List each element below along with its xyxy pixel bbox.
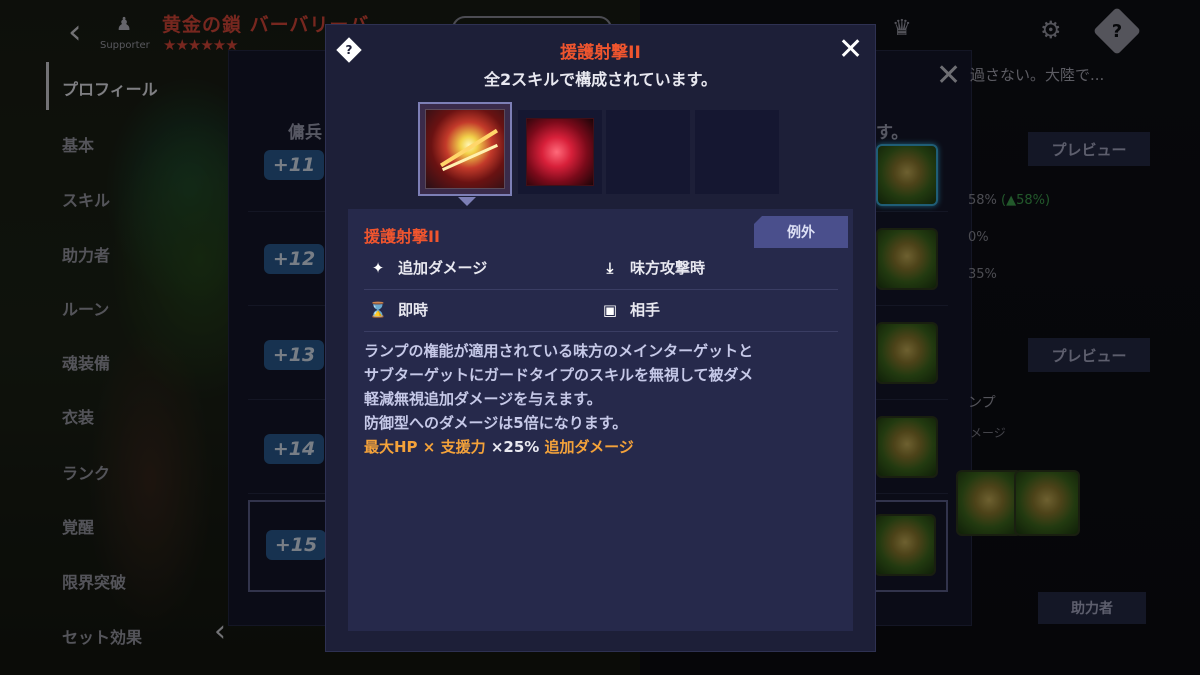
attribute-label: 即時 — [398, 301, 429, 319]
skill-description: ランプの権能が適用されている味方のメインターゲットと サブターゲットにガードタイ… — [364, 339, 844, 459]
skill-slot-selected[interactable] — [418, 102, 512, 196]
attribute: ⤓ 味方攻撃時 — [600, 257, 705, 278]
attribute-row: ⌛ 即時 ▣ 相手 — [364, 291, 838, 332]
skill-slot-empty — [606, 110, 690, 194]
attribute-label: 味方攻撃時 — [630, 259, 706, 277]
attribute-label: 相手 — [630, 301, 661, 319]
attribute-label: 追加ダメージ — [398, 259, 488, 277]
damage-formula: 最大HP × 支援力 ×25% 追加ダメージ — [364, 435, 844, 459]
description-line: 軽減無視追加ダメージを与えます。 — [364, 390, 602, 408]
target-frame-icon: ▣ — [602, 300, 618, 319]
skill-detail-modal: ? 援護射撃II 全2スキルで構成されています。 ✕ 援護射撃II 例外 ✦ 追… — [325, 24, 876, 652]
skill-tag-badge: 例外 — [754, 216, 848, 248]
formula-term: 最大HP — [364, 438, 418, 456]
description-line: サブターゲットにガードタイプのスキルを無視して被ダメ — [364, 366, 754, 384]
sparkle-icon: ✦ — [371, 258, 385, 277]
selection-pointer-icon — [458, 197, 476, 206]
download-arrow-icon: ⤓ — [606, 258, 614, 277]
description-line: 防御型へのダメージは5倍になります。 — [364, 414, 628, 432]
skill-slot[interactable] — [518, 110, 602, 194]
support-shot-skill-icon — [425, 109, 505, 189]
description-line: ランプの権能が適用されている味方のメインターゲットと — [364, 342, 754, 360]
skill-detail-card: 援護射撃II 例外 ✦ 追加ダメージ ⤓ 味方攻撃時 ⌛ 即時 ▣ 相手 ランプ… — [348, 209, 853, 631]
attribute: ✦ 追加ダメージ — [368, 257, 488, 278]
formula-term: 追加ダメージ — [544, 438, 634, 456]
formula-operator: × — [417, 438, 441, 456]
red-book-skill-icon — [526, 118, 594, 186]
skill-slot-list — [418, 100, 788, 206]
skill-slot-empty — [695, 110, 779, 194]
attribute: ⌛ 即時 — [368, 299, 428, 320]
hourglass-icon: ⌛ — [368, 300, 388, 319]
modal-title: 援護射撃II — [560, 43, 641, 63]
skill-name: 援護射撃II — [364, 227, 440, 246]
attribute: ▣ 相手 — [600, 299, 660, 320]
modal-subtitle: 全2スキルで構成されています。 — [483, 70, 718, 89]
attribute-row: ✦ 追加ダメージ ⤓ 味方攻撃時 — [364, 249, 838, 290]
close-icon[interactable]: ✕ — [838, 35, 863, 65]
formula-term: 支援力 — [440, 438, 486, 456]
formula-multiplier: ×25% — [485, 438, 545, 456]
